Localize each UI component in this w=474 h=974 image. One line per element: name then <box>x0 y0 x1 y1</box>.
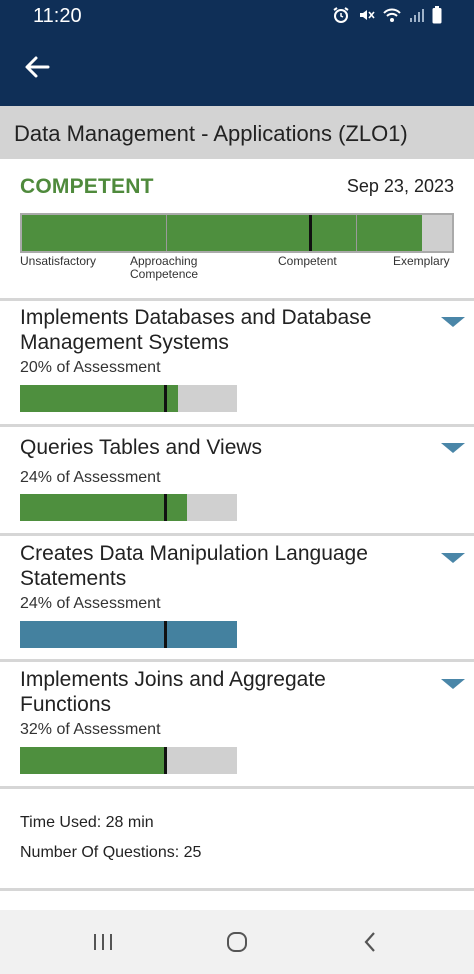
assessment-date: Sep 23, 2023 <box>346 176 454 196</box>
back-button[interactable] <box>22 52 52 82</box>
recent-apps-button[interactable] <box>83 924 123 960</box>
competency-score-bar <box>20 385 237 412</box>
competency-score-fill <box>20 621 237 648</box>
number-of-questions: Number Of Questions: 25 <box>20 844 202 861</box>
signal-icon <box>410 9 424 22</box>
section-divider <box>0 533 474 536</box>
competency-score-fill <box>20 385 179 412</box>
competency-section[interactable]: Queries Tables and Views 24% of Assessme… <box>0 435 474 533</box>
nav-back-icon <box>364 932 375 952</box>
competency-score-bar <box>20 621 237 648</box>
competence-threshold-marker <box>164 494 167 521</box>
competency-score-bar <box>20 747 237 774</box>
competence-threshold-marker <box>164 385 167 412</box>
scale-divider <box>356 215 357 251</box>
section-divider <box>0 659 474 662</box>
wifi-icon <box>383 8 401 22</box>
scale-label-approaching: Approaching Competence <box>130 255 199 281</box>
competency-weight: 32% of Assessment <box>20 721 161 738</box>
chevron-down-icon[interactable] <box>440 675 466 693</box>
app-bar: 11:20 <box>0 0 474 106</box>
competence-threshold-marker <box>164 621 167 648</box>
competency-weight: 20% of Assessment <box>20 359 161 376</box>
nav-back-button[interactable] <box>350 924 390 960</box>
scale-label-unsatisfactory: Unsatisfactory <box>20 254 97 268</box>
competency-title: Queries Tables and Views <box>20 436 263 459</box>
scale-label-competent: Competent <box>278 254 337 268</box>
competency-score-fill <box>20 494 188 521</box>
section-divider <box>0 888 474 891</box>
battery-icon <box>432 6 442 24</box>
competency-title: Creates Data Manipulation Language State… <box>20 542 368 590</box>
section-divider <box>0 786 474 789</box>
competency-title: Implements Databases and Database Manage… <box>20 306 372 354</box>
competency-section[interactable]: Creates Data Manipulation Language State… <box>0 541 474 659</box>
competency-weight: 24% of Assessment <box>20 469 161 486</box>
arrow-left-icon <box>25 56 50 78</box>
competency-weight: 24% of Assessment <box>20 595 161 612</box>
overall-score-fill <box>22 215 422 251</box>
status-icons <box>332 6 442 24</box>
section-divider <box>0 298 474 301</box>
time-used: Time Used: 28 min <box>20 814 154 831</box>
competency-section[interactable]: Implements Databases and Database Manage… <box>0 305 474 423</box>
alarm-icon <box>333 7 349 23</box>
competency-score-bar <box>20 494 237 521</box>
overall-status: COMPETENT <box>20 175 154 198</box>
system-nav-bar <box>0 910 474 974</box>
chevron-down-icon[interactable] <box>440 549 466 567</box>
chevron-down-icon[interactable] <box>440 439 466 457</box>
competency-section[interactable]: Implements Joins and Aggregate Functions… <box>0 667 474 785</box>
section-divider <box>0 424 474 427</box>
status-time: 11:20 <box>33 5 82 27</box>
subject-header: Data Management - Applications (ZLO1) <box>0 106 474 159</box>
home-icon <box>227 932 247 952</box>
scale-label-exemplary: Exemplary <box>393 254 450 268</box>
competency-score-fill <box>20 747 166 774</box>
competency-title: Implements Joins and Aggregate Functions <box>20 668 326 716</box>
home-button[interactable] <box>217 924 257 960</box>
scale-divider <box>166 215 167 251</box>
chevron-down-icon[interactable] <box>440 313 466 331</box>
recent-apps-icon <box>94 934 112 950</box>
page-title: Data Management - Applications (ZLO1) <box>14 121 408 146</box>
competence-threshold-marker <box>309 215 312 251</box>
overall-score-bar <box>20 213 454 253</box>
mute-icon <box>360 10 375 20</box>
competence-threshold-marker <box>164 747 167 774</box>
